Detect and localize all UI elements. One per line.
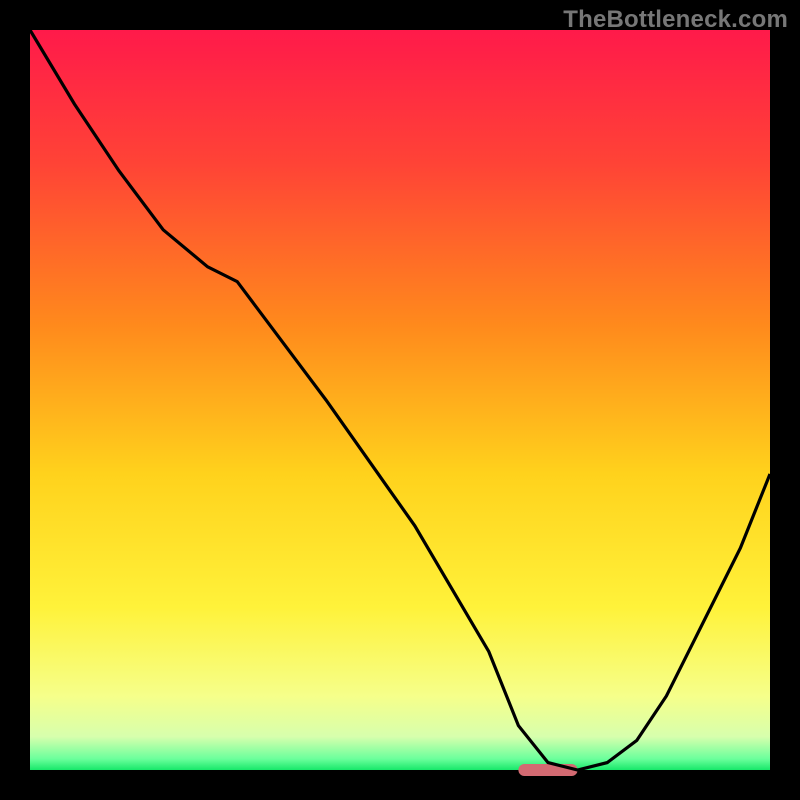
optimal-marker xyxy=(518,764,577,776)
watermark-text: TheBottleneck.com xyxy=(563,6,788,34)
plot-background xyxy=(30,30,770,770)
bottleneck-chart xyxy=(0,0,800,800)
